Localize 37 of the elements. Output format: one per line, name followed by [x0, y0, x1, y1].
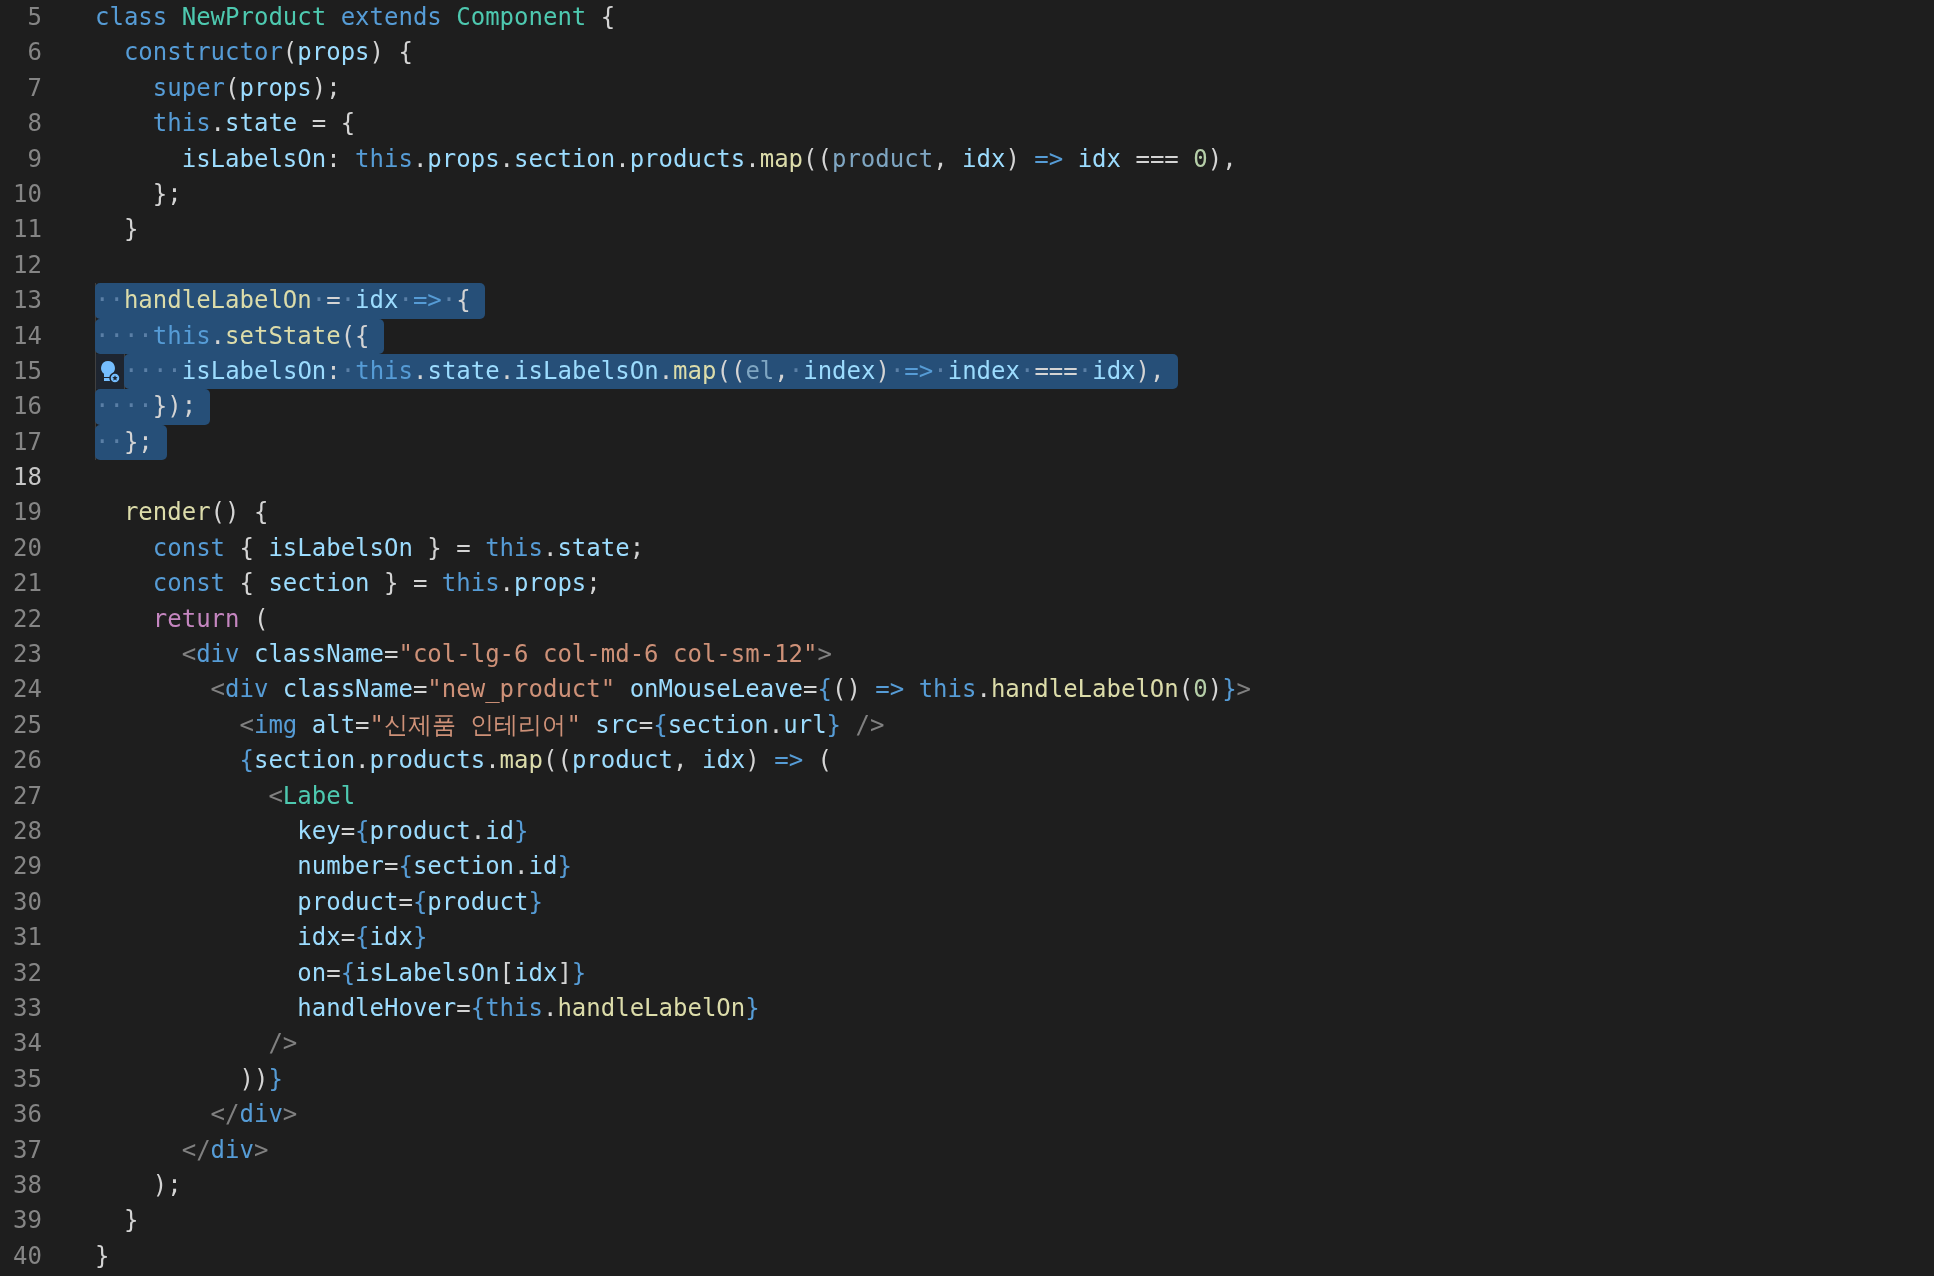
- line-number: 39: [12, 1205, 42, 1237]
- line-number: 6: [26, 37, 42, 69]
- line-number: 15: [12, 355, 42, 387]
- line-number: 17: [12, 426, 42, 458]
- line-number: 25: [12, 709, 42, 741]
- line-number: 7: [26, 72, 42, 104]
- line-number: 37: [12, 1134, 42, 1166]
- line-number: 32: [12, 957, 42, 989]
- line-number: 5: [26, 2, 42, 33]
- line-number: 40: [12, 1240, 42, 1272]
- line-number: 26: [12, 745, 42, 777]
- line-number: 30: [12, 886, 42, 918]
- line-number: 24: [12, 674, 42, 706]
- line-number: 8: [26, 108, 42, 140]
- line-number: 16: [12, 391, 42, 423]
- line-number: 20: [12, 532, 42, 564]
- line-number: 31: [12, 922, 42, 954]
- lightbulb-icon[interactable]: [95, 354, 124, 390]
- line-number: 36: [12, 1099, 42, 1131]
- line-number: 9: [26, 143, 42, 175]
- line-number: 27: [12, 780, 42, 812]
- line-number: 18: [12, 462, 42, 494]
- line-number: 22: [12, 603, 42, 635]
- line-number: 23: [12, 639, 42, 671]
- line-number: 28: [12, 816, 42, 847]
- line-number: 34: [12, 1028, 42, 1060]
- line-number: 14: [12, 320, 42, 352]
- line-number: 38: [12, 1169, 42, 1201]
- line-number: 10: [12, 178, 42, 210]
- line-number: 21: [12, 568, 42, 600]
- line-number: 12: [12, 249, 42, 281]
- line-number: 19: [12, 497, 42, 529]
- line-number: 35: [12, 1063, 42, 1095]
- line-number: 33: [12, 992, 42, 1024]
- line-number: 11: [12, 214, 42, 246]
- line-number: 13: [12, 285, 42, 317]
- line-number: 29: [12, 851, 42, 883]
